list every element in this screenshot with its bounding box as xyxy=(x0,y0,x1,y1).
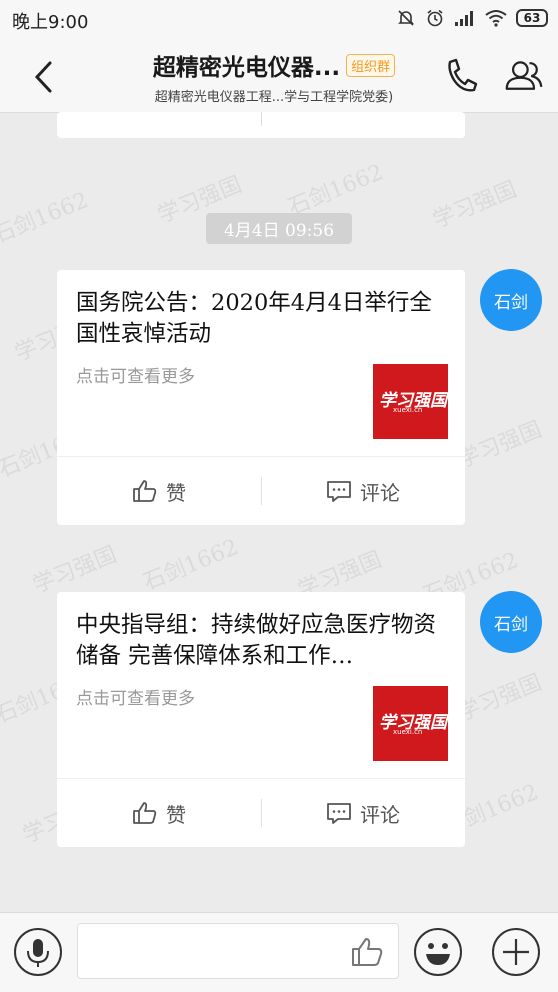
comment-icon xyxy=(327,803,351,824)
article-description: 点击可查看更多 xyxy=(76,367,195,387)
plus-icon[interactable] xyxy=(491,927,541,977)
message-input[interactable] xyxy=(77,923,399,979)
thumbnail-url: xuexi.cn xyxy=(393,728,423,736)
message-timestamp: 4月4日 09:56 xyxy=(206,213,352,244)
watermark-text: 石剑1662 xyxy=(284,159,387,221)
like-label: 赞 xyxy=(166,480,186,505)
avatar[interactable]: 石剑 xyxy=(480,591,542,653)
article-title: 中央指导组：持续做好应急医疗物资储备 完善保障体系和工作… xyxy=(76,612,437,669)
thumb-up-icon[interactable] xyxy=(350,936,384,968)
chevron-left-icon[interactable] xyxy=(30,60,60,94)
comment-label: 评论 xyxy=(360,802,400,827)
chat-subtitle: 超精密光电仪器工程...学与工程学院党委) xyxy=(154,90,394,105)
article-message-card[interactable]: 国务院公告：2020年4月4日举行全国性哀悼活动 点击可查看更多 学习强国 xu… xyxy=(57,270,465,525)
article-title: 国务院公告：2020年4月4日举行全国性哀悼活动 xyxy=(76,290,432,347)
article-message-card[interactable]: 中央指导组：持续做好应急医疗物资储备 完善保障体系和工作… 点击可查看更多 学习… xyxy=(57,592,465,847)
battery-indicator: 63 xyxy=(516,9,548,27)
like-label: 赞 xyxy=(166,802,186,827)
previous-message-card[interactable] xyxy=(57,112,465,138)
smile-icon[interactable] xyxy=(413,927,463,977)
comment-label: 评论 xyxy=(360,480,400,505)
card-actions: 赞 评论 xyxy=(57,778,465,847)
comment-button[interactable]: 评论 xyxy=(261,457,465,525)
message-text-field[interactable] xyxy=(88,924,352,978)
wifi-icon xyxy=(485,10,507,27)
comment-icon xyxy=(327,481,351,502)
alarm-icon xyxy=(427,9,443,27)
article-description: 点击可查看更多 xyxy=(76,689,195,709)
group-type-badge: 组织群 xyxy=(346,53,396,77)
status-bar: 晚上9:00 63 xyxy=(0,0,558,40)
avatar[interactable]: 石剑 xyxy=(480,269,542,331)
watermark-text: 石剑1662 xyxy=(139,534,242,596)
watermark-text: 学习强国 xyxy=(454,417,546,474)
article-thumbnail: 学习强国 xuexi.cn xyxy=(373,364,448,439)
article-thumbnail: 学习强国 xuexi.cn xyxy=(373,686,448,761)
input-bar xyxy=(0,912,558,992)
card-actions: 赞 评论 xyxy=(57,456,465,525)
status-icons: 63 xyxy=(396,8,548,28)
chat-header: 超精密光电仪器... 组织群 超精密光电仪器工程...学与工程学院党委) xyxy=(0,40,558,113)
mute-bell-icon xyxy=(398,10,414,26)
thumb-up-icon xyxy=(133,480,157,502)
status-time: 晚上9:00 xyxy=(12,12,89,33)
watermark-text: 石剑1662 xyxy=(0,187,92,249)
comment-button[interactable]: 评论 xyxy=(261,779,465,847)
title-block[interactable]: 超精密光电仪器... 组织群 超精密光电仪器工程...学与工程学院党委) xyxy=(100,48,448,105)
thumbnail-url: xuexi.cn xyxy=(393,406,423,414)
like-button[interactable]: 赞 xyxy=(57,457,261,525)
microphone-icon[interactable] xyxy=(13,927,63,977)
chat-title: 超精密光电仪器... xyxy=(152,55,341,81)
like-button[interactable]: 赞 xyxy=(57,779,261,847)
watermark-text: 学习强国 xyxy=(429,177,521,234)
signal-icon xyxy=(455,11,473,26)
thumb-up-icon xyxy=(133,802,157,824)
watermark-text: 学习强国 xyxy=(454,670,546,727)
battery-level: 63 xyxy=(523,11,541,25)
people-icon[interactable] xyxy=(504,54,544,98)
phone-icon[interactable] xyxy=(440,54,480,98)
watermark-text: 学习强国 xyxy=(29,542,121,599)
